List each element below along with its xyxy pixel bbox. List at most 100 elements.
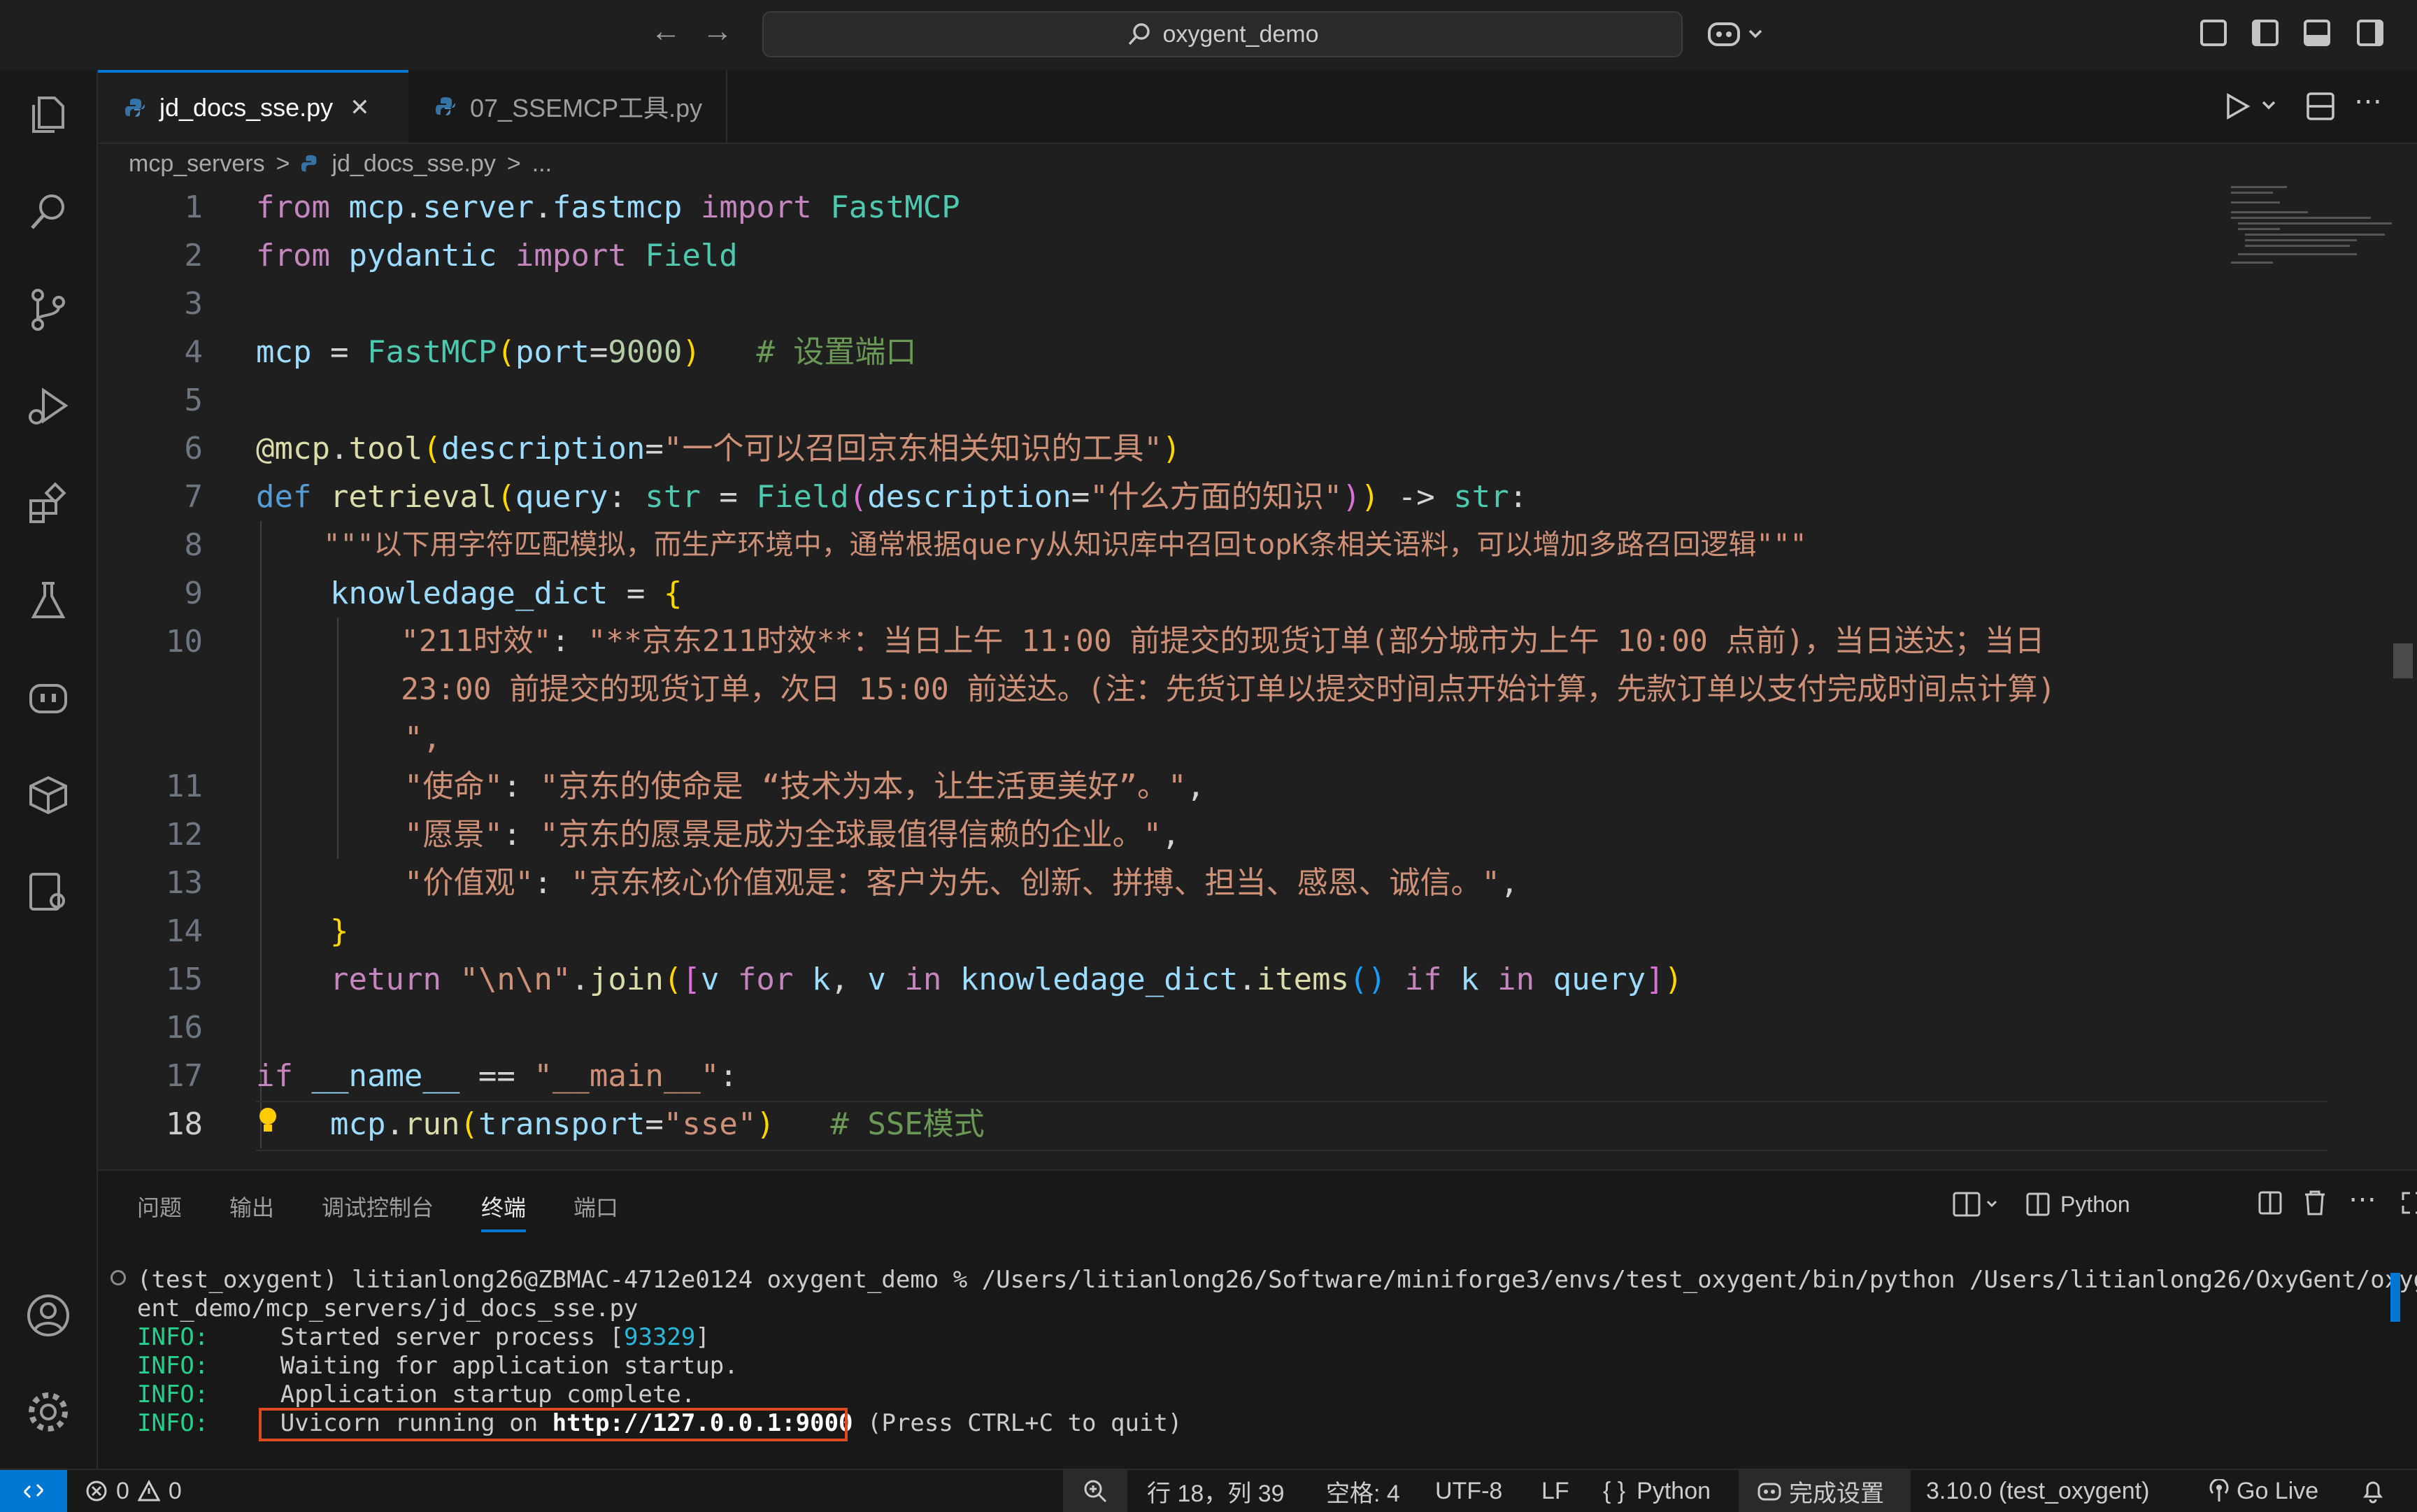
- split-icon[interactable]: [2258, 1190, 2283, 1215]
- tab-jd-docs-sse[interactable]: jd_docs_sse.py ✕: [98, 70, 408, 143]
- info-label: INFO:: [137, 1352, 209, 1380]
- toggle-secondary-sidebar-icon[interactable]: [2357, 20, 2383, 46]
- finish-setup-button[interactable]: 完成设置: [1739, 1470, 1911, 1512]
- run-and-debug-icon[interactable]: [24, 382, 73, 431]
- split-terminal-icon: [2026, 1192, 2050, 1216]
- toggle-primary-sidebar-icon[interactable]: [2252, 20, 2279, 46]
- source-control-icon[interactable]: [24, 285, 73, 334]
- line-number: 5: [184, 383, 204, 418]
- accounts-icon[interactable]: [24, 1291, 73, 1340]
- run-python-file-icon[interactable]: [2224, 91, 2287, 122]
- code-line: knowledage_dict = {: [330, 576, 683, 611]
- terminal-profile[interactable]: Python: [2025, 1189, 2130, 1220]
- indentation[interactable]: 空格: 4: [1326, 1470, 1400, 1512]
- code-line: "价值观": "京东核心价值观是：客户为先、创新、拼搏、担当、感恩、诚信。",: [404, 865, 1519, 901]
- breadcrumb-more[interactable]: ...: [532, 150, 552, 178]
- terminal-line: INFO: Waiting for application startup.: [137, 1352, 739, 1381]
- line-number: 8: [184, 527, 204, 563]
- terminal-text: Started server process [: [280, 1323, 624, 1351]
- code-line: ",: [256, 720, 441, 756]
- tab-label: 07_SSEMCP工具.py: [470, 94, 703, 122]
- manage-gear-icon[interactable]: [24, 1388, 73, 1436]
- forward-arrow-icon[interactable]: →: [702, 14, 733, 49]
- end-of-line[interactable]: LF: [1541, 1470, 1569, 1512]
- terminal-profile-label: Python: [2060, 1191, 2130, 1217]
- info-label: INFO:: [137, 1323, 209, 1351]
- python-interpreter[interactable]: 3.10.0 (test_oxygent): [1926, 1470, 2149, 1512]
- more-actions-icon[interactable]: ⋯: [2354, 85, 2382, 117]
- tab-07-ssemcp[interactable]: 07_SSEMCP工具.py: [408, 70, 727, 143]
- code-line: """以下用字符匹配模拟，而生产环境中，通常根据query从知识库中召回topK…: [323, 529, 1807, 561]
- terminal-text: ]: [695, 1323, 710, 1351]
- breadcrumb-file[interactable]: jd_docs_sse.py: [331, 150, 495, 178]
- tab-ports[interactable]: 端口: [573, 1190, 618, 1222]
- containers-icon[interactable]: [24, 769, 73, 818]
- code-line: }: [329, 913, 349, 949]
- toggle-panel-icon[interactable]: [2304, 20, 2330, 46]
- status-bar: 0 0 行 18，列 39 空格: 4 UTF-8 LF { } Python …: [0, 1469, 2417, 1512]
- terminal-line: INFO: Application startup complete.: [137, 1381, 695, 1409]
- code-line: mcp.run(transport="sse") # SSE模式: [330, 1106, 985, 1142]
- back-arrow-icon[interactable]: ←: [650, 14, 681, 49]
- command-decoration-icon[interactable]: [110, 1270, 126, 1285]
- tab-problems[interactable]: 问题: [137, 1190, 182, 1222]
- encoding[interactable]: UTF-8: [1435, 1470, 1502, 1512]
- line-number: 10: [166, 624, 203, 659]
- annotation-highlight-box: [259, 1408, 848, 1441]
- copilot-chat-icon[interactable]: [24, 673, 73, 722]
- language-label: Python: [1637, 1477, 1711, 1504]
- breadcrumb: mcp_servers > jd_docs_sse.py > ...: [129, 144, 552, 183]
- close-icon[interactable]: ✕: [350, 94, 370, 122]
- search-icon[interactable]: [24, 187, 73, 236]
- command-center-search[interactable]: oxygent_demo: [762, 11, 1683, 57]
- tab-debug-console[interactable]: 调试控制台: [322, 1190, 434, 1222]
- minimap[interactable]: [2231, 183, 2392, 267]
- breadcrumb-folder[interactable]: mcp_servers: [129, 150, 265, 178]
- editor-scrollbar[interactable]: [2393, 643, 2413, 678]
- code-line: from mcp.server.fastmcp import FastMCP: [256, 190, 960, 225]
- remote-settings-icon[interactable]: [24, 867, 73, 916]
- more-actions-icon[interactable]: ⋯: [2348, 1183, 2376, 1215]
- zoom-indicator[interactable]: [1063, 1470, 1127, 1512]
- line-number: 4: [184, 334, 204, 370]
- braces-icon: { }: [1603, 1477, 1626, 1504]
- line-number: 11: [166, 769, 203, 804]
- go-live-button[interactable]: Go Live: [2209, 1470, 2318, 1512]
- trash-icon[interactable]: [2302, 1189, 2327, 1217]
- code-line: 23:00 前提交的现货订单，次日 15:00 前送达。(注：先货订单以提交时间…: [256, 672, 2056, 707]
- lightbulb-icon[interactable]: [256, 1105, 280, 1137]
- explorer-icon[interactable]: [24, 91, 73, 140]
- terminal-scrollbar[interactable]: [2390, 1273, 2400, 1322]
- tab-terminal[interactable]: 终端: [481, 1190, 527, 1232]
- line-number: 1: [184, 190, 204, 225]
- notifications-bell-icon[interactable]: [2361, 1470, 2385, 1512]
- copilot-icon[interactable]: [1706, 17, 1769, 52]
- remote-indicator[interactable]: [0, 1470, 67, 1512]
- problems-indicator[interactable]: 0 0: [85, 1470, 182, 1512]
- setup-label: 完成设置: [1789, 1480, 1884, 1507]
- language-mode[interactable]: { } Python: [1603, 1470, 1711, 1512]
- tab-label: jd_docs_sse.py: [159, 93, 334, 122]
- terminal-text: Application startup complete.: [280, 1381, 696, 1408]
- tab-output[interactable]: 输出: [229, 1190, 274, 1222]
- warning-count: 0: [168, 1477, 182, 1504]
- testing-flask-icon[interactable]: [24, 576, 73, 625]
- go-live-label: Go Live: [2237, 1477, 2319, 1504]
- broadcast-icon: [2209, 1479, 2229, 1502]
- code-editor[interactable]: 1 2 3 4 5 6 7 8 9 10 11 12 13 14 15 16 1…: [98, 183, 2417, 1168]
- maximize-panel-icon[interactable]: [2400, 1190, 2417, 1215]
- python-file-icon: [125, 99, 145, 117]
- breadcrumb-separator: >: [276, 150, 290, 177]
- extensions-icon[interactable]: [24, 480, 73, 529]
- search-icon: [1129, 23, 1150, 45]
- code-line: if __name__ == "__main__":: [256, 1058, 738, 1094]
- terminal-command-wrap: ent_demo/mcp_servers/jd_docs_sse.py: [137, 1295, 639, 1322]
- new-terminal-split-icon[interactable]: [1951, 1189, 2007, 1220]
- info-label: INFO:: [137, 1409, 209, 1437]
- split-editor-icon[interactable]: [2305, 91, 2336, 122]
- line-number: 15: [166, 962, 203, 997]
- customize-layout-icon[interactable]: [2200, 20, 2227, 46]
- line-number: 2: [184, 238, 204, 273]
- cursor-position[interactable]: 行 18，列 39: [1147, 1470, 1285, 1512]
- copilot-icon: [1758, 1483, 1781, 1501]
